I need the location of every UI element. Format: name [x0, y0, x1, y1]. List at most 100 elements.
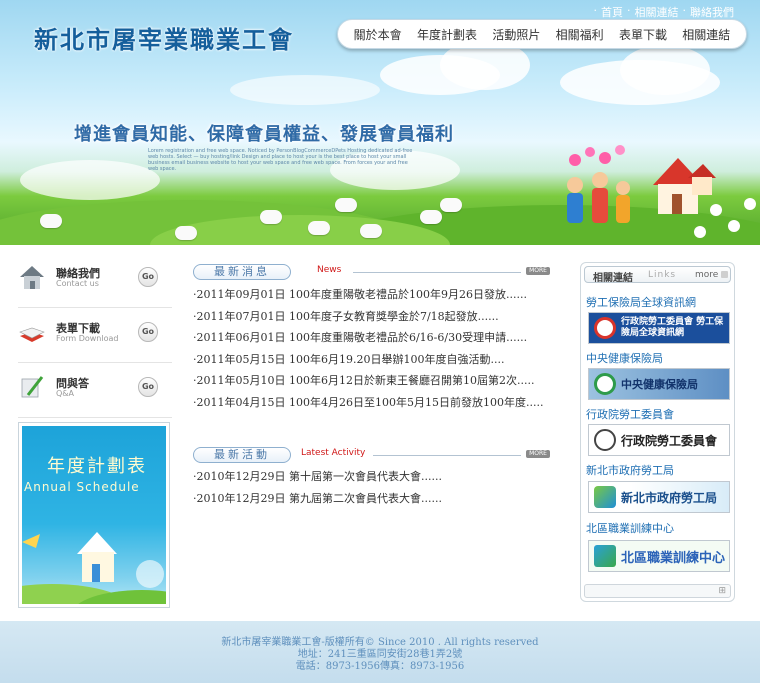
training-center-emblem-icon [594, 545, 616, 567]
annual-schedule-banner[interactable]: 年度計劃表 Annual Schedule [18, 422, 170, 608]
news-section-header: 最新消息 News MORE [193, 264, 550, 280]
sheep-illustration [40, 214, 62, 228]
footer-address: 地址：241三重區同安街28巷1弄2號 [297, 649, 463, 660]
news-item[interactable]: ·2011年09月01日 100年度重陽敬老禮品於100年9月26日發放....… [193, 288, 543, 310]
house-icon [20, 266, 44, 289]
sheep-illustration [335, 198, 357, 212]
related-links-title: 相關連結 [593, 273, 633, 284]
related-links-footer: ⊞ [584, 584, 731, 598]
activity-heading-en: Latest Activity [301, 448, 366, 458]
top-link-home[interactable]: 首頁 [601, 4, 623, 20]
nhi-emblem-icon [594, 373, 616, 395]
related-link-logo-text: 新北市政府勞工局 [621, 490, 718, 505]
sheep-illustration [440, 198, 462, 212]
related-link-logo-text: 中央健康保險局 [621, 378, 698, 391]
news-item[interactable]: ·2011年06月01日 100年度重陽敬老禮品於6/16-6/30受理申請..… [193, 331, 543, 353]
plus-icon[interactable]: ⊞ [718, 586, 726, 596]
annual-schedule-image: 年度計劃表 Annual Schedule [22, 426, 166, 604]
related-link-name[interactable]: 行政院勞工委員會 [586, 406, 674, 422]
main-nav: 關於本會 年度計劃表 活動照片 相關福利 表單下載 相關連結 [337, 19, 747, 49]
news-item[interactable]: ·2011年04月15日 100年4月26日至100年5月15日前發放100年度… [193, 396, 543, 418]
nav-annual-schedule[interactable]: 年度計劃表 [417, 26, 477, 43]
news-more-button[interactable]: MORE [526, 267, 550, 275]
quick-links: 聯絡我們 Contact us Go 表單下載 Form Download Go… [18, 257, 172, 418]
pen-icon [21, 376, 44, 398]
related-link-name[interactable]: 新北市政府勞工局 [586, 462, 674, 478]
nav-about[interactable]: 關於本會 [354, 26, 402, 43]
activity-more-button[interactable]: MORE [526, 450, 550, 458]
news-heading-en: News [317, 265, 342, 275]
sheep-illustration [308, 221, 330, 235]
divider [353, 272, 521, 273]
top-link-contact[interactable]: 聯絡我們 [690, 4, 734, 20]
related-links-more-button[interactable]: more [695, 270, 728, 280]
divider [373, 455, 521, 456]
cla-logo-link[interactable]: 行政院勞工委員會 [588, 424, 730, 456]
annual-schedule-title: 年度計劃表 [47, 456, 147, 477]
banner-tagline: Lorem registration and free web space. N… [148, 148, 413, 172]
flower-illustration [746, 200, 754, 208]
cla-emblem-icon [594, 429, 616, 451]
ntpc-labor-emblem-icon [594, 486, 616, 508]
footer-phone: 電話：8973-1956傳真：8973-1956 [295, 661, 465, 672]
site-footer: 新北市屠宰業職業工會-版權所有© Since 2010 . All rights… [0, 621, 760, 683]
nav-related-links[interactable]: 相關連結 [682, 26, 730, 43]
nav-activity-photos[interactable]: 活動照片 [492, 26, 540, 43]
go-button[interactable]: Go [138, 377, 158, 397]
news-item[interactable]: ·2011年05月10日 100年6月12日於新東王餐廳召開第10屆第2次...… [193, 374, 543, 396]
quick-link-subtitle: Contact us [56, 279, 99, 288]
activity-item[interactable]: ·2010年12月29日 第十屆第一次會員代表大會...... [193, 470, 543, 492]
sheep-illustration [360, 224, 382, 238]
news-heading: 最新消息 [193, 264, 291, 280]
ntpc-labor-logo-link[interactable]: 新北市政府勞工局 [588, 481, 730, 513]
activity-list: ·2010年12月29日 第十屆第一次會員代表大會...... ·2010年12… [193, 470, 543, 513]
flower-illustration [712, 206, 720, 214]
red-house-illustration [653, 158, 716, 214]
bli-logo-link[interactable]: 行政院勞工委員會 勞工保險局全球資訊網 [588, 312, 730, 344]
quick-link-contact[interactable]: 聯絡我們 Contact us Go [18, 257, 172, 308]
news-item[interactable]: ·2011年05月15日 100年6月19.20日舉辦100年度自強活動.... [193, 353, 543, 375]
cottage-illustration [22, 532, 166, 604]
nav-benefits[interactable]: 相關福利 [556, 26, 604, 43]
annual-schedule-subtitle: Annual Schedule [24, 480, 140, 494]
quick-link-subtitle: Form Download [56, 334, 119, 343]
footer-copyright: 新北市屠宰業職業工會-版權所有© Since 2010 . All rights… [221, 637, 539, 648]
quick-link-qa[interactable]: 問與答 Q&A Go [18, 367, 172, 418]
site-title: 新北市屠宰業職業工會 [34, 26, 294, 54]
activity-section-header: 最新活動 Latest Activity MORE [193, 447, 550, 463]
related-links-header: 相關連結 Links more [584, 266, 731, 284]
top-links: · 首頁 · 相關連結 · 聯絡我們 [593, 4, 735, 20]
flower-illustration [696, 228, 704, 236]
cloud [20, 160, 160, 200]
vocational-training-logo-link[interactable]: 北區職業訓練中心 [588, 540, 730, 572]
activity-item[interactable]: ·2010年12月29日 第九屆第二次會員代表大會...... [193, 492, 543, 514]
family-illustration [567, 145, 630, 223]
related-links-title-en: Links [648, 270, 677, 280]
sheep-illustration [175, 226, 197, 240]
go-button[interactable]: Go [138, 267, 158, 287]
top-link-related[interactable]: 相關連結 [635, 4, 679, 20]
book-icon [19, 327, 45, 342]
banner-slogan: 增進會員知能、保障會員權益、發展會員福利 [74, 124, 454, 145]
bli-emblem-icon [594, 317, 616, 339]
flower-illustration [730, 222, 738, 230]
cloud [230, 75, 380, 105]
related-link-name[interactable]: 北區職業訓練中心 [586, 520, 674, 536]
cloud [620, 45, 710, 95]
activity-heading: 最新活動 [193, 447, 291, 463]
news-list: ·2011年09月01日 100年度重陽敬老禮品於100年9月26日發放....… [193, 288, 543, 417]
related-link-logo-text: 行政院勞工委員會 勞工保險局全球資訊網 [621, 317, 724, 338]
related-link-name[interactable]: 中央健康保險局 [586, 350, 663, 366]
nhi-logo-link[interactable]: 中央健康保險局 [588, 368, 730, 400]
header-banner: 新北市屠宰業職業工會 · 首頁 · 相關連結 · 聯絡我們 關於本會 年度計劃表 活動… [0, 0, 760, 245]
related-link-name[interactable]: 勞工保險局全球資訊網 [586, 294, 696, 310]
quick-link-subtitle: Q&A [56, 389, 75, 398]
news-item[interactable]: ·2011年07月01日 100年度子女教育獎學金於7/18起發放...... [193, 310, 543, 332]
nav-form-download[interactable]: 表單下載 [619, 26, 667, 43]
related-link-logo-text: 行政院勞工委員會 [621, 433, 718, 448]
sheep-illustration [260, 210, 282, 224]
quick-link-form-download[interactable]: 表單下載 Form Download Go [18, 312, 172, 363]
go-button[interactable]: Go [138, 322, 158, 342]
sheep-illustration [420, 210, 442, 224]
related-link-logo-text: 北區職業訓練中心 [621, 550, 726, 566]
